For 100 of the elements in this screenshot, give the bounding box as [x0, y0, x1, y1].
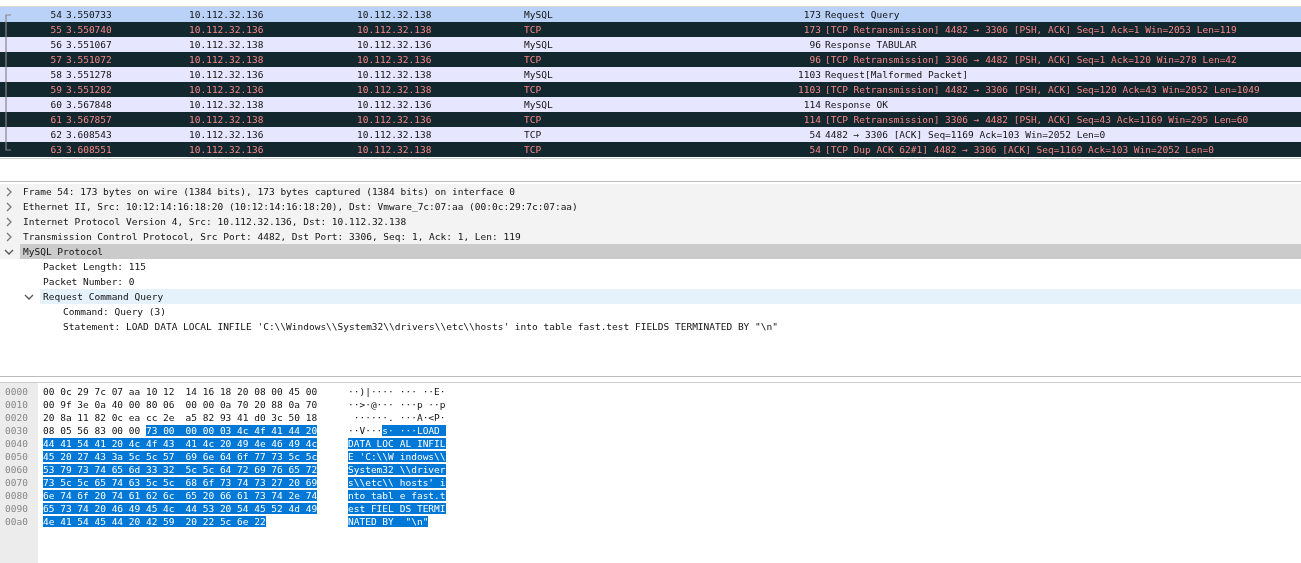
- ascii-text[interactable]: DS TERMI: [399, 503, 446, 514]
- hex-bytes[interactable]: a5 82 93 41 d0 3c 50 18: [185, 412, 318, 423]
- chevron-right-icon[interactable]: [4, 216, 14, 227]
- packet-row[interactable]: 55 3.550740 10.112.32.136 10.112.32.138 TCP 173 [TCP Retransmission] 4482 → 3306 [PSH, ACK] Seq=1 Ack=1 Win=2053 Len=119: [0, 22, 1301, 37]
- packet-row[interactable]: 58 3.551278 10.112.32.136 10.112.32.138 MySQL 1103 Request[Malformed Packet]: [0, 67, 1301, 82]
- packet-info: 4482 → 3306 [ACK] Seq=1169 Ack=103 Win=2052 Len=0: [824, 129, 1106, 140]
- packet-destination: 10.112.32.138: [357, 24, 433, 35]
- packet-number: 60: [49, 99, 62, 110]
- packet-source: 10.112.32.138: [188, 99, 265, 110]
- packet-info: [TCP Retransmission] 3306 → 4482 [PSH, ACK] Seq=43 Ack=1169 Win=295 Len=60: [824, 114, 1249, 125]
- hex-bytes[interactable]: 4e 41 54 45 44 20 42 59: [43, 516, 186, 527]
- hex-offset: 0030: [4, 424, 29, 437]
- packet-length: 173: [802, 24, 821, 35]
- ascii-text[interactable]: E 'C:\\W: [348, 451, 400, 462]
- tree-item[interactable]: Statement: LOAD DATA LOCAL INFILE 'C:\\Windows\\System32\\drivers\\etc\\hosts' into table fast.test FIELDS TERMINATED BY "\n": [60, 319, 781, 334]
- ascii-text[interactable]: ··· ··E·: [399, 386, 446, 397]
- ascii-text[interactable]: "\n": [399, 516, 429, 527]
- ascii-text[interactable]: indows\\: [399, 451, 446, 462]
- packet-number: 62: [49, 129, 62, 140]
- packet-length: 1103: [797, 84, 821, 95]
- chevron-right-icon[interactable]: [4, 231, 14, 242]
- packet-row[interactable]: 54 3.550733 10.112.32.136 10.112.32.138 MySQL 173 Request Query: [0, 7, 1301, 22]
- ascii-text[interactable]: System32: [348, 464, 400, 475]
- hex-offset: 0020: [4, 411, 29, 424]
- chevron-right-icon[interactable]: [4, 201, 14, 212]
- packet-protocol: MySQL: [524, 39, 554, 50]
- hex-bytes[interactable]: 00 00 03 4c 4f 41 44 20: [185, 425, 318, 436]
- hex-bytes[interactable]: 41 4c 20 49 4e 46 49 4c: [185, 438, 318, 449]
- packet-row[interactable]: 57 3.551072 10.112.32.138 10.112.32.136 TCP 96 [TCP Retransmission] 3306 → 4482 [PSH, ACK] Seq=1 Ack=120 Win=278 Len=42: [0, 52, 1301, 67]
- tree-item[interactable]: Request Command Query: [40, 289, 1301, 304]
- packet-row[interactable]: 63 3.608551 10.112.32.136 10.112.32.138 TCP 54 [TCP Dup ACK 62#1] 4482 → 3306 [ACK] Seq=1169 Ack=103 Win=2052 Len=0: [0, 142, 1301, 157]
- hex-bytes[interactable]: 20 22 5c 6e 22: [185, 516, 266, 527]
- ascii-text[interactable]: ··)|····: [348, 386, 394, 397]
- packet-row[interactable]: 59 3.551282 10.112.32.136 10.112.32.138 TCP 1103 [TCP Retransmission] 4482 → 3306 [PSH, ACK] Seq=120 Ack=43 Win=2052 Len=1049: [0, 82, 1301, 97]
- hex-bytes[interactable]: 00 0c 29 7c 07 aa 10 12: [43, 386, 175, 397]
- tree-item[interactable]: Packet Number: 0: [40, 274, 138, 289]
- hex-bytes[interactable]: 14 16 18 20 08 00 45 00: [185, 386, 318, 397]
- ascii-text[interactable]: s\\etc\\: [348, 477, 400, 488]
- packet-protocol: TCP: [524, 144, 543, 155]
- ascii-text[interactable]: nto tabl: [348, 490, 400, 501]
- ascii-text[interactable]: AL INFIL: [399, 438, 446, 449]
- packet-info: Request[Malformed Packet]: [824, 69, 968, 80]
- hex-offset: 0060: [4, 463, 29, 476]
- ascii-text[interactable]: ··>·@···: [348, 399, 394, 410]
- packet-number: 55: [49, 24, 62, 35]
- hex-offset: 0000: [4, 385, 29, 398]
- hex-bytes[interactable]: 5c 5c 64 72 69 76 65 72: [185, 464, 318, 475]
- packet-length: 1103: [797, 69, 821, 80]
- ascii-text[interactable]: hosts' i: [399, 477, 446, 488]
- packet-source: 10.112.32.136: [188, 69, 265, 80]
- hex-bytes[interactable]: 73 5c 5c 65 74 63 5c 5c: [43, 477, 186, 488]
- packet-row[interactable]: 62 3.608543 10.112.32.136 10.112.32.138 TCP 54 4482 → 3306 [ACK] Seq=1169 Ack=103 Win=2052 Len=0: [0, 127, 1301, 142]
- tree-item[interactable]: Command: Query (3): [60, 304, 169, 319]
- hex-bytes[interactable]: 65 20 66 61 73 74 2e 74: [185, 490, 318, 501]
- hex-bytes[interactable]: 00 00 0a 70 20 88 0a 70: [185, 399, 318, 410]
- packet-destination: 10.112.32.138: [357, 69, 433, 80]
- ascii-text[interactable]: NATED BY: [348, 516, 400, 527]
- packet-source: 10.112.32.136: [188, 84, 265, 95]
- tree-item[interactable]: Packet Length: 115: [40, 259, 149, 274]
- hex-bytes[interactable]: 20 8a 11 82 0c ea cc 2e: [43, 412, 175, 423]
- packet-protocol: TCP: [524, 114, 543, 125]
- hex-bytes[interactable]: 65 73 74 20 46 49 45 4c: [43, 503, 186, 514]
- hex-bytes[interactable]: 73 00: [145, 425, 186, 436]
- hex-bytes[interactable]: 68 6f 73 74 73 27 20 69: [185, 477, 318, 488]
- packet-protocol: MySQL: [524, 9, 554, 20]
- packet-time: 3.551282: [65, 84, 113, 95]
- hex-bytes[interactable]: 53 79 73 74 65 6d 33 32: [43, 464, 186, 475]
- packet-time: 3.608543: [65, 129, 113, 140]
- packet-row[interactable]: 60 3.567848 10.112.32.138 10.112.32.136 MySQL 114 Response OK: [0, 97, 1301, 112]
- ascii-text[interactable]: ···A·<P·: [399, 412, 446, 423]
- packet-protocol: MySQL: [524, 99, 554, 110]
- packet-protocol: TCP: [524, 24, 543, 35]
- ascii-text[interactable]: e fast.t: [399, 490, 446, 501]
- packet-length: 114: [802, 114, 821, 125]
- hex-bytes[interactable]: 08 05 56 83 00 00: [43, 425, 141, 436]
- ascii-text[interactable]: ···LOAD: [399, 425, 446, 436]
- tree-item[interactable]: MySQL Protocol: [20, 244, 1301, 259]
- ascii-text[interactable]: \\driver: [399, 464, 446, 475]
- packet-destination: 10.112.32.136: [357, 99, 433, 110]
- ascii-text[interactable]: ··V···: [348, 425, 383, 436]
- hex-offset: 00a0: [4, 515, 29, 528]
- chevron-right-icon[interactable]: [4, 186, 14, 197]
- ascii-text[interactable]: DATA LOC: [348, 438, 400, 449]
- hex-bytes[interactable]: 00 9f 3e 0a 40 00 80 06: [43, 399, 175, 410]
- hex-bytes[interactable]: 44 53 20 54 45 52 4d 49: [185, 503, 318, 514]
- ascii-text[interactable]: ······.: [348, 412, 394, 423]
- packet-source: 10.112.32.136: [188, 9, 265, 20]
- packet-time: 3.608551: [65, 144, 113, 155]
- hex-bytes[interactable]: 69 6e 64 6f 77 73 5c 5c: [185, 451, 318, 462]
- hex-bytes[interactable]: 44 41 54 41 20 4c 4f 43: [43, 438, 186, 449]
- packet-number: 56: [49, 39, 62, 50]
- ascii-text[interactable]: s·: [382, 425, 400, 436]
- packet-length: 96: [808, 54, 821, 65]
- packet-row[interactable]: 56 3.551067 10.112.32.138 10.112.32.136 MySQL 96 Response TABULAR: [0, 37, 1301, 52]
- hex-bytes[interactable]: 45 20 27 43 3a 5c 5c 57: [43, 451, 186, 462]
- ascii-text[interactable]: ···p ··p: [399, 399, 446, 410]
- hex-bytes[interactable]: 6e 74 6f 20 74 61 62 6c: [43, 490, 186, 501]
- packet-number: 59: [49, 84, 62, 95]
- ascii-text[interactable]: est FIEL: [348, 503, 400, 514]
- packet-row[interactable]: 61 3.567857 10.112.32.138 10.112.32.136 TCP 114 [TCP Retransmission] 3306 → 4482 [PSH, ACK] Seq=43 Ack=1169 Win=295 Len=60: [0, 112, 1301, 127]
